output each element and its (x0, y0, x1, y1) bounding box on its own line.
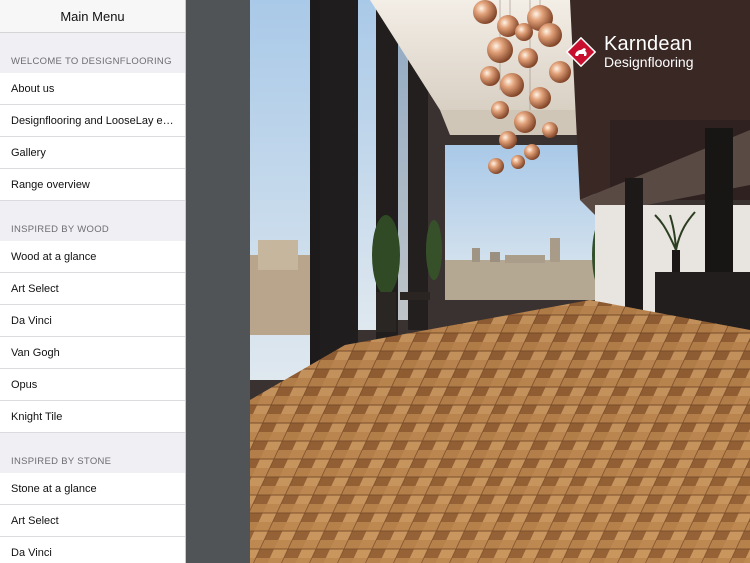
hero-image (250, 0, 750, 563)
menu-item-stone-da-vinci[interactable]: Da Vinci (0, 537, 185, 563)
section-header-stone: INSPIRED BY STONE (0, 433, 185, 473)
section-header-welcome: WELCOME TO DESIGNFLOORING (0, 33, 185, 73)
menu-item-wood-at-a-glance[interactable]: Wood at a glance (0, 241, 185, 273)
menu-item-designflooring-looselay[interactable]: Designflooring and LooseLay e… (0, 105, 185, 137)
sidebar-header: Main Menu (0, 0, 185, 33)
sidebar-title: Main Menu (60, 8, 125, 24)
menu-item-stone-at-a-glance[interactable]: Stone at a glance (0, 473, 185, 505)
menu-item-range-overview[interactable]: Range overview (0, 169, 185, 201)
menu-item-about-us[interactable]: About us (0, 73, 185, 105)
dog-diamond-icon (565, 36, 597, 67)
section-header-wood: INSPIRED BY WOOD (0, 201, 185, 241)
karndean-logo: Karndean Designflooring (565, 33, 694, 70)
menu-item-van-gogh[interactable]: Van Gogh (0, 337, 185, 369)
menu-item-wood-art-select[interactable]: Art Select (0, 273, 185, 305)
menu-item-stone-art-select[interactable]: Art Select (0, 505, 185, 537)
content-gutter (186, 0, 250, 563)
menu-item-knight-tile[interactable]: Knight Tile (0, 401, 185, 433)
logo-sub-text: Designflooring (604, 54, 694, 70)
menu-item-gallery[interactable]: Gallery (0, 137, 185, 169)
logo-brand-text: Karndean (604, 33, 693, 55)
sidebar: Main Menu WELCOME TO DESIGNFLOORING Abou… (0, 0, 186, 563)
menu-item-wood-da-vinci[interactable]: Da Vinci (0, 305, 185, 337)
menu-item-opus[interactable]: Opus (0, 369, 185, 401)
showroom-photo-icon (250, 0, 750, 563)
